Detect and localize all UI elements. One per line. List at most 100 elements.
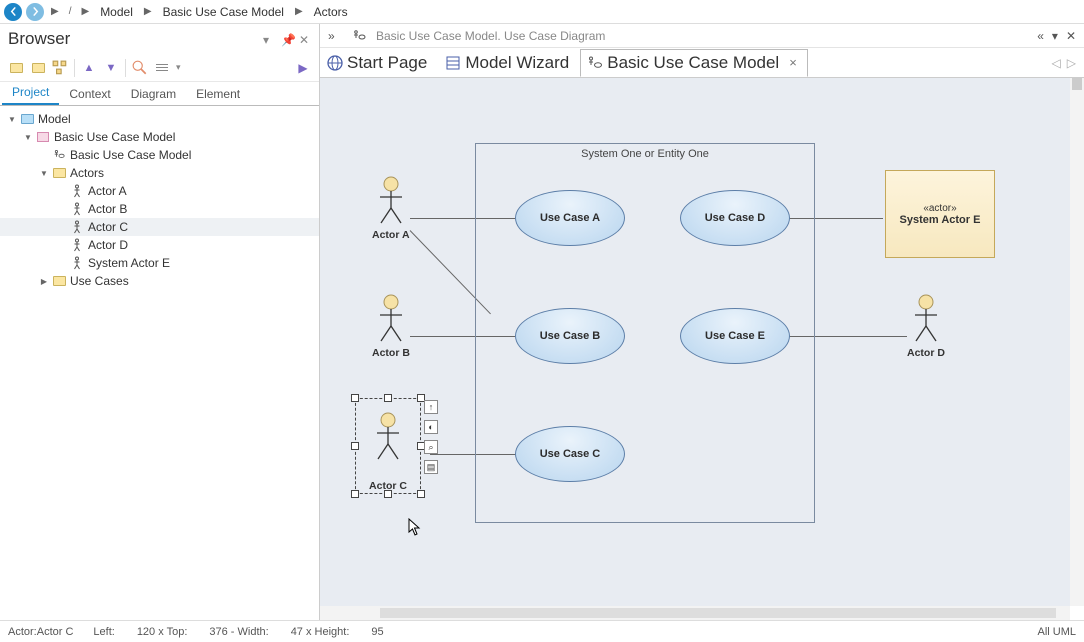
dropdown-icon[interactable]: ▾ [263, 33, 275, 45]
diagram-toolbar: » Basic Use Case Model. Use Case Diagram… [320, 24, 1084, 48]
system-actor-e[interactable]: «actor» System Actor E [885, 170, 995, 258]
close-tab-icon[interactable]: × [789, 55, 797, 70]
usecase-d[interactable]: Use Case D [680, 190, 790, 246]
diagram-canvas[interactable]: System One or Entity One Use Case A Use … [320, 78, 1070, 606]
browser-header: Browser ▾ 📌 ✕ [0, 24, 319, 54]
tree-node-diagram[interactable]: Basic Use Case Model [0, 146, 319, 164]
wizard-icon [445, 55, 461, 71]
tree-label: Basic Use Case Model [54, 130, 175, 144]
properties-icon[interactable]: ▤ [424, 460, 438, 474]
collapse-icon[interactable]: « [1037, 29, 1044, 43]
breadcrumb-item[interactable]: Basic Use Case Model [159, 5, 288, 19]
tree-label: Model [38, 112, 71, 126]
tree-node-actor[interactable]: Actor B [0, 200, 319, 218]
tab-diagram-active[interactable]: Basic Use Case Model × [580, 49, 808, 77]
status-perspective: All UML [1037, 626, 1076, 638]
diagram-path: Basic Use Case Model. Use Case Diagram [376, 29, 605, 43]
cursor-icon [408, 518, 422, 539]
status-left-label: Left: [93, 626, 114, 638]
expand-icon[interactable]: » [328, 29, 342, 43]
move-up-button[interactable] [81, 60, 97, 76]
quick-link-icon[interactable]: ↑ [424, 400, 438, 414]
actor-label: Actor B [372, 347, 410, 359]
tab-label: Basic Use Case Model [607, 53, 779, 73]
browser-toolbar: ▾ ▶ [0, 54, 319, 82]
nav-back-button[interactable] [4, 3, 22, 21]
globe-icon [327, 55, 343, 71]
pin-icon[interactable]: 📌 [281, 33, 293, 45]
breadcrumb-item[interactable]: Actors [310, 5, 352, 19]
status-width-value: 47 x Height: [291, 626, 350, 638]
breadcrumb-bar: ▶ / ▶ Model ▶ Basic Use Case Model ▶ Act… [0, 0, 1084, 24]
tree-label: Actor B [88, 202, 127, 216]
tree-node-model[interactable]: Model [0, 110, 319, 128]
actor-d[interactable]: Actor D [907, 294, 945, 359]
actor-label: Actor C [355, 480, 421, 492]
status-top-value: 376 - Width: [209, 626, 268, 638]
actor-label: Actor D [907, 347, 945, 359]
new-diagram-icon[interactable] [52, 60, 68, 76]
diagram-type-icon[interactable] [352, 29, 366, 43]
selection-quick-tools[interactable]: ↑ ◐ ⌕ ▤ [424, 400, 438, 474]
tree-label: Actor A [88, 184, 127, 198]
tree-node-actors-folder[interactable]: Actors [0, 164, 319, 182]
zoom-icon[interactable]: ⌕ [424, 440, 438, 454]
usecase-e[interactable]: Use Case E [680, 308, 790, 364]
chevron-icon: ▶ [48, 6, 62, 17]
status-bar: Actor:Actor C Left: 120 x Top: 376 - Wid… [0, 620, 1084, 642]
actor-c-selected[interactable]: Actor C [355, 398, 421, 494]
tab-model-wizard[interactable]: Model Wizard [438, 49, 580, 77]
tab-element[interactable]: Element [186, 83, 250, 105]
usecase-a[interactable]: Use Case A [515, 190, 625, 246]
tree-label: Basic Use Case Model [70, 148, 191, 162]
vertical-scrollbar[interactable] [1070, 78, 1084, 606]
tree-node-actor[interactable]: Actor C [0, 218, 319, 236]
tree-label: Actors [70, 166, 104, 180]
tab-diagram[interactable]: Diagram [121, 83, 186, 105]
close-icon[interactable]: ✕ [299, 33, 311, 45]
dropdown-icon[interactable]: ▾ [1052, 29, 1058, 43]
tab-start-page[interactable]: Start Page [320, 49, 438, 77]
usecase-diagram-icon [587, 55, 603, 71]
tree-node-actor[interactable]: System Actor E [0, 254, 319, 272]
model-tree[interactable]: Model Basic Use Case Model Basic Use Cas… [0, 106, 319, 620]
actor-a[interactable]: Actor A [372, 176, 410, 241]
prev-tab-icon[interactable]: ◁ [1052, 56, 1061, 70]
hamburger-icon[interactable] [154, 60, 170, 76]
close-icon[interactable]: ✕ [1066, 29, 1076, 43]
usecase-c[interactable]: Use Case C [515, 426, 625, 482]
tree-label: Actor D [88, 238, 128, 252]
status-element: Actor:Actor C [8, 626, 73, 638]
new-package-icon[interactable] [8, 60, 24, 76]
play-icon[interactable]: ▶ [295, 60, 311, 76]
nav-forward-button[interactable] [26, 3, 44, 21]
chevron-icon: ▶ [78, 6, 92, 17]
new-element-icon[interactable] [30, 60, 46, 76]
next-tab-icon[interactable]: ▷ [1067, 56, 1076, 70]
browser-title: Browser [8, 29, 257, 49]
appearance-icon[interactable]: ◐ [424, 420, 438, 434]
tree-label: Actor C [88, 220, 128, 234]
breadcrumb-item[interactable]: Model [96, 5, 137, 19]
tab-label: Model Wizard [465, 53, 569, 73]
tree-node-package[interactable]: Basic Use Case Model [0, 128, 319, 146]
usecase-b[interactable]: Use Case B [515, 308, 625, 364]
status-left-value: 120 x Top: [137, 626, 188, 638]
actor-label: System Actor E [900, 214, 981, 226]
search-icon[interactable] [132, 60, 148, 76]
tree-label: System Actor E [88, 256, 170, 270]
actor-b[interactable]: Actor B [372, 294, 410, 359]
tab-context[interactable]: Context [59, 83, 120, 105]
chevron-icon: ▶ [292, 6, 306, 17]
browser-panel: Browser ▾ 📌 ✕ ▾ ▶ Project [0, 24, 320, 620]
move-down-button[interactable] [103, 60, 119, 76]
tree-node-usecases-folder[interactable]: Use Cases [0, 272, 319, 290]
diagram-canvas-wrap: System One or Entity One Use Case A Use … [320, 78, 1084, 620]
actor-label: Actor A [372, 229, 410, 241]
tab-label: Start Page [347, 53, 427, 73]
horizontal-scrollbar[interactable] [320, 606, 1070, 620]
tree-node-actor[interactable]: Actor D [0, 236, 319, 254]
tab-project[interactable]: Project [2, 81, 59, 105]
tree-node-actor[interactable]: Actor A [0, 182, 319, 200]
browser-tabstrip: Project Context Diagram Element [0, 82, 319, 106]
